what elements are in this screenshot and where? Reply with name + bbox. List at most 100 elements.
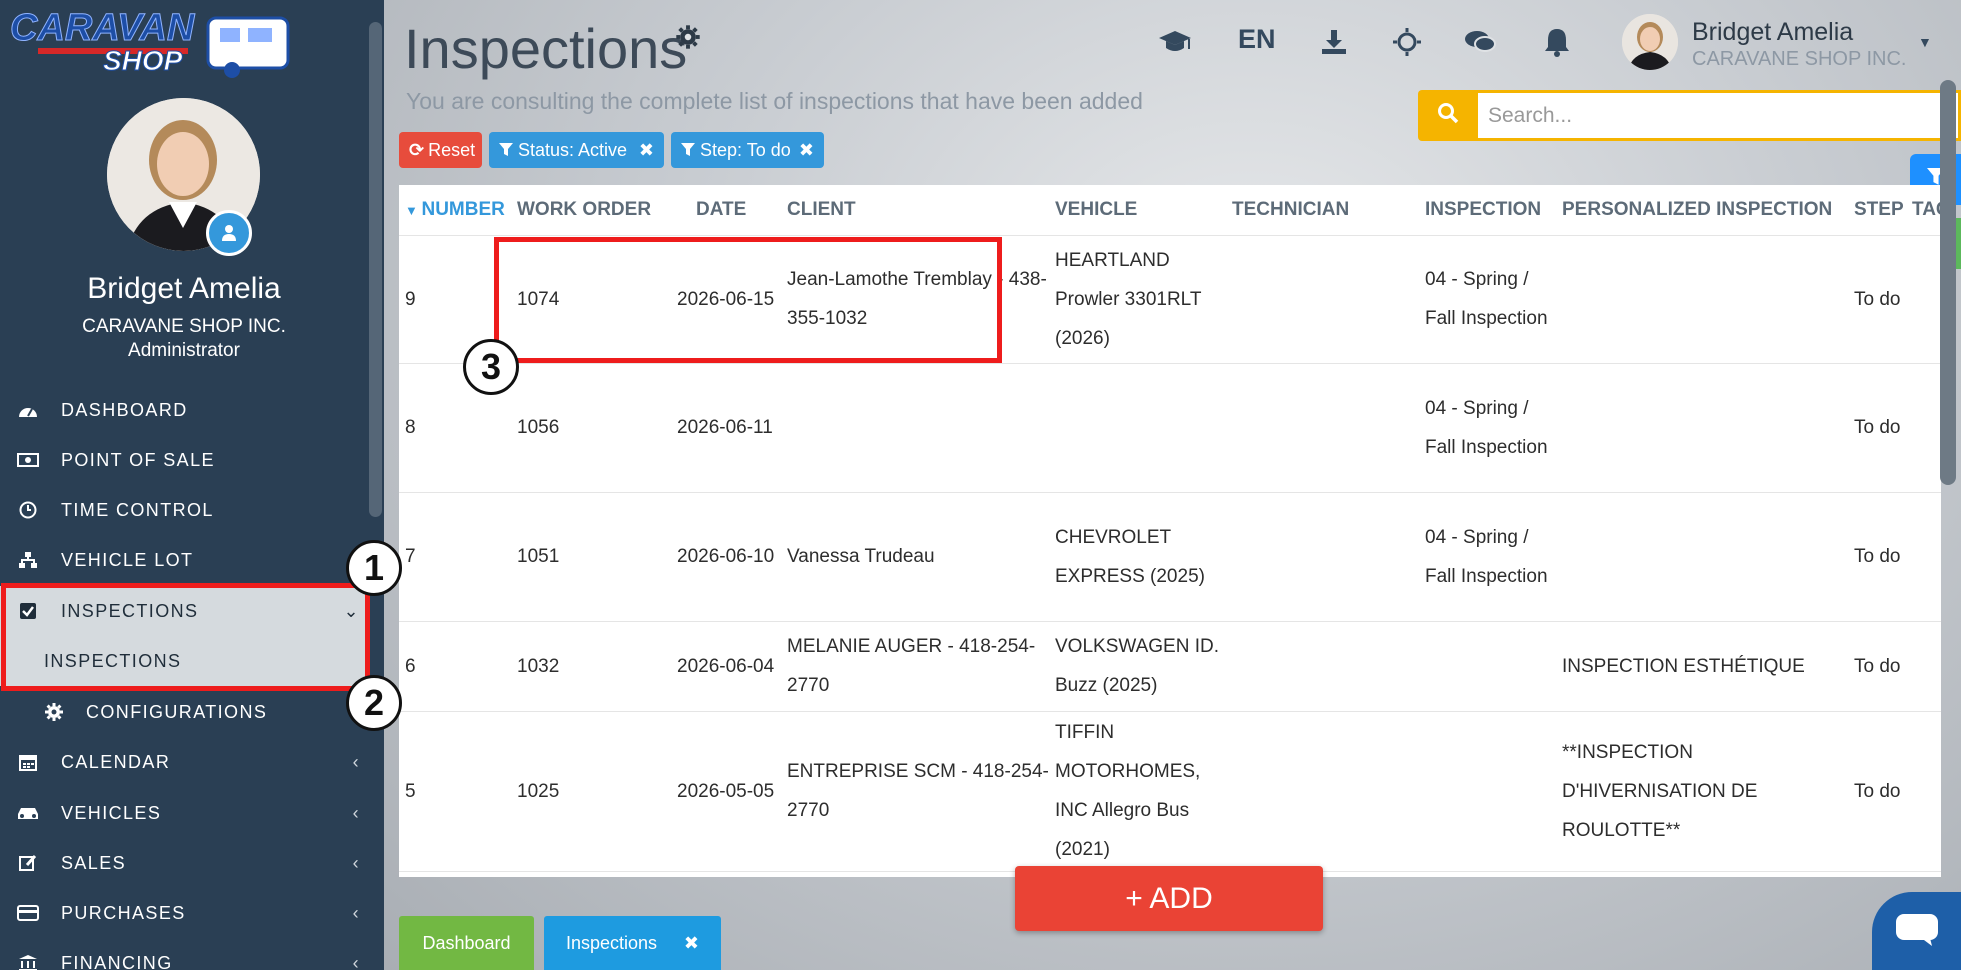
cell-work-order: 1056 <box>511 363 671 493</box>
cell-personalized <box>1556 492 1848 622</box>
brightness-icon[interactable] <box>1392 24 1422 60</box>
cell-technician <box>1226 492 1419 622</box>
cell-number: 5 <box>399 711 511 872</box>
column-header-number[interactable]: ▼ NUMBER <box>399 185 511 236</box>
column-header-work-order[interactable]: WORK ORDER <box>511 185 671 236</box>
graduation-cap-icon[interactable] <box>1158 24 1192 60</box>
chevron-left-icon: ‹ <box>352 802 360 823</box>
gear-icon <box>44 702 64 722</box>
cell-step: To do <box>1848 492 1906 622</box>
user-avatar[interactable] <box>1622 14 1678 70</box>
sidebar-item-financing[interactable]: FINANCING ‹ <box>0 938 368 970</box>
reset-label: Reset <box>428 139 476 160</box>
caret-down-icon[interactable]: ▼ <box>1918 34 1932 50</box>
sidebar-item-purchases[interactable]: PURCHASES ‹ <box>0 888 368 938</box>
sidebar-item-vehicles[interactable]: VEHICLES ‹ <box>0 788 368 838</box>
column-header-vehicle[interactable]: VEHICLE <box>1049 185 1226 236</box>
chat-icon[interactable] <box>1464 24 1496 60</box>
search-button[interactable] <box>1418 90 1478 141</box>
cell-tags <box>1906 492 1941 622</box>
column-header-technician[interactable]: TECHNICIAN <box>1226 185 1419 236</box>
tab-dashboard[interactable]: Dashboard <box>399 916 534 970</box>
cell-tags <box>1906 621 1941 712</box>
live-chat-button[interactable] <box>1872 892 1961 970</box>
cell-technician <box>1226 711 1419 872</box>
bell-icon[interactable] <box>1544 24 1570 60</box>
chat-bubble-icon <box>1894 912 1940 951</box>
sidebar-item-dashboard[interactable]: DASHBOARD <box>0 385 368 435</box>
cell-technician <box>1226 235 1419 364</box>
column-header-personalized-inspection[interactable]: PERSONALIZED INSPECTION <box>1556 185 1848 236</box>
cell-number: 6 <box>399 621 511 712</box>
annotation-badge-3: 3 <box>463 339 519 395</box>
sidebar-subitem-configurations[interactable]: CONFIGURATIONS <box>0 687 368 737</box>
caravan-shop-logo[interactable]: CARAVAN SHOP <box>8 4 298 84</box>
step-filter-label: Step: To do <box>700 139 791 160</box>
cell-personalized <box>1556 235 1848 364</box>
annotation-badge-2: 2 <box>346 675 402 731</box>
close-icon[interactable]: ✖ <box>799 140 814 161</box>
sidebar-item-time-control[interactable]: TIME CONTROL <box>0 485 368 535</box>
settings-gear-icon[interactable] <box>675 24 701 55</box>
column-header-date[interactable]: DATE <box>671 185 781 236</box>
cell-technician <box>1226 363 1419 493</box>
credit-card-icon <box>15 905 41 921</box>
page-subtitle: You are consulting the complete list of … <box>406 88 1143 114</box>
car-icon <box>15 805 41 821</box>
sidebar-item-label: POINT OF SALE <box>61 449 215 470</box>
cell-date: 2026-06-11 <box>671 363 781 493</box>
cell-vehicle <box>1049 363 1226 493</box>
clock-icon <box>15 501 41 519</box>
table-row[interactable]: 6 1032 2026-06-04 MELANIE AUGER - 418-25… <box>399 621 1941 712</box>
status-filter-chip[interactable]: Status: Active ✖ <box>489 132 664 168</box>
chevron-left-icon: ‹ <box>352 952 360 970</box>
table-row[interactable]: 7 1051 2026-06-10 Vanessa Trudeau CHEVRO… <box>399 492 1941 622</box>
reset-filters-button[interactable]: ⟳ Reset <box>399 132 482 168</box>
user-badge-icon <box>206 210 252 256</box>
sidebar-item-vehicle-lot[interactable]: VEHICLE LOT <box>0 535 368 585</box>
download-icon[interactable] <box>1320 24 1348 60</box>
table-scrollbar[interactable] <box>1940 80 1956 485</box>
add-inspection-button[interactable]: + ADD <box>1015 866 1323 931</box>
status-filter-label: Status: Active <box>518 139 628 160</box>
cell-client: ENTREPRISE SCM - 418-254-2770 <box>781 711 1049 872</box>
tab-inspections[interactable]: Inspections ✖ <box>544 916 721 970</box>
money-icon <box>15 453 41 467</box>
cell-vehicle: CHEVROLET EXPRESS (2025) <box>1049 492 1226 622</box>
close-icon[interactable]: ✖ <box>684 933 699 954</box>
annotation-highlight-menu <box>1 583 370 691</box>
language-selector[interactable]: EN <box>1238 24 1276 55</box>
sidebar-item-sales[interactable]: SALES ‹ <box>0 838 368 888</box>
column-header-label: NUMBER <box>421 198 505 220</box>
cell-inspection <box>1419 621 1556 712</box>
cell-vehicle: VOLKSWAGEN ID. Buzz (2025) <box>1049 621 1226 712</box>
sidebar-item-label: TIME CONTROL <box>61 499 214 520</box>
header-user-name[interactable]: Bridget Amelia <box>1692 18 1853 47</box>
search-input[interactable] <box>1478 90 1961 141</box>
cell-tags <box>1906 711 1941 872</box>
step-filter-chip[interactable]: Step: To do ✖ <box>671 132 824 168</box>
sidebar-item-calendar[interactable]: CALENDAR ‹ <box>0 737 368 787</box>
table-row[interactable]: 5 1025 2026-05-05 ENTREPRISE SCM - 418-2… <box>399 711 1941 872</box>
cell-tags <box>1906 363 1941 493</box>
table-row[interactable]: 8 1056 2026-06-11 04 - Spring / Fall Ins… <box>399 363 1941 493</box>
sidebar-item-label: VEHICLES <box>61 802 162 823</box>
page-title: Inspections <box>404 17 688 80</box>
tab-label: Inspections <box>566 932 658 953</box>
table-header-row: ▼ NUMBER WORK ORDER DATE CLIENT VEHICLE … <box>399 185 1941 236</box>
cell-vehicle: HEARTLAND Prowler 3301RLT (2026) <box>1049 235 1226 364</box>
column-header-client[interactable]: CLIENT <box>781 185 1049 236</box>
cell-number: 7 <box>399 492 511 622</box>
column-header-inspection[interactable]: INSPECTION <box>1419 185 1556 236</box>
filter-icon <box>681 143 695 157</box>
close-icon[interactable]: ✖ <box>639 140 654 161</box>
cell-date: 2026-05-05 <box>671 711 781 872</box>
sidebar-item-point-of-sale[interactable]: POINT OF SALE <box>0 435 368 485</box>
cell-date: 2026-06-10 <box>671 492 781 622</box>
dashboard-icon <box>15 402 41 418</box>
chevron-left-icon: ‹ <box>352 852 360 873</box>
sidebar-scrollbar[interactable] <box>369 22 382 517</box>
sidebar-item-label: DASHBOARD <box>61 399 188 420</box>
column-header-step[interactable]: STEP <box>1848 185 1906 236</box>
column-header-tags[interactable]: TAGS <box>1906 185 1941 236</box>
